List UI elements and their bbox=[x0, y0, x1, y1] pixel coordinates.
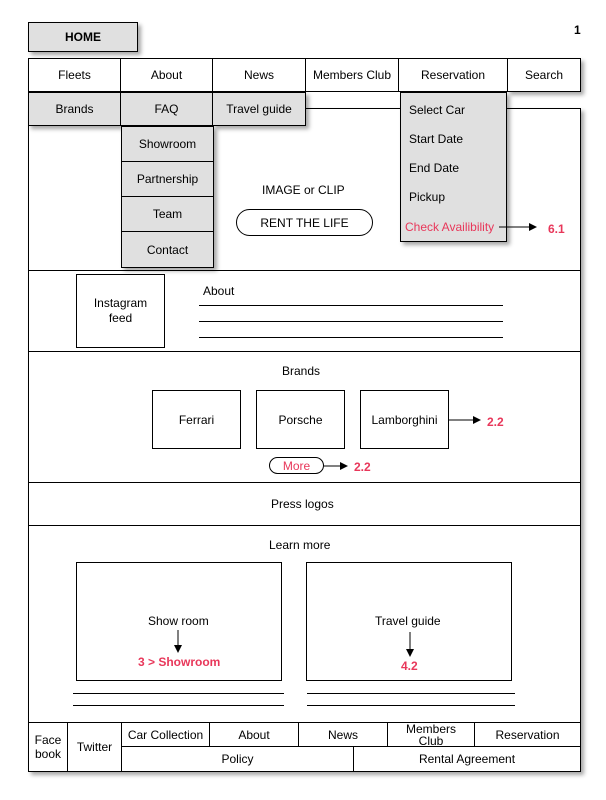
annotation-arrows bbox=[174, 223, 537, 657]
